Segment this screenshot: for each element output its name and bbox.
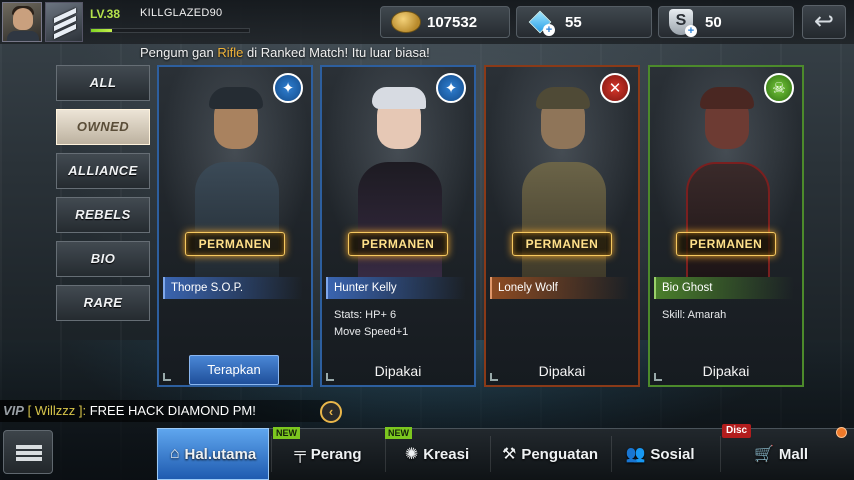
character-card-thorpe[interactable]: ✦ PERMANEN Thorpe S.O.P. Terapkan bbox=[157, 65, 313, 387]
sp-shield-icon: S + bbox=[669, 9, 697, 37]
player-level: LV.38 bbox=[90, 7, 121, 21]
character-name: Hunter Kelly bbox=[326, 277, 466, 299]
news-text-end: di Ranked Match! Itu luar biasa! bbox=[243, 45, 430, 60]
stat-line: Stats: HP+ 6 bbox=[334, 309, 397, 321]
tab-war-label: Perang bbox=[310, 445, 362, 463]
tab-social-label: Sosial bbox=[650, 445, 695, 463]
xp-bar bbox=[90, 28, 250, 33]
permanent-badge: PERMANEN bbox=[348, 232, 448, 256]
filter-alliance[interactable]: ALLIANCE bbox=[56, 153, 150, 189]
rebels-emblem-icon: ✕ bbox=[600, 73, 630, 103]
diamond-counter[interactable]: + 55 bbox=[516, 6, 652, 38]
permanent-badge: PERMANEN bbox=[185, 232, 285, 256]
permanent-badge: PERMANEN bbox=[676, 232, 776, 256]
tab-home[interactable]: ⌂ Hal.utama bbox=[157, 428, 269, 480]
gold-coin-icon bbox=[391, 11, 421, 33]
stat-line: Move Speed+1 bbox=[334, 326, 409, 338]
pistol-icon: ╤ bbox=[294, 445, 306, 462]
tab-upgrade[interactable]: ⚒ Penguatan bbox=[491, 428, 609, 480]
filter-rare[interactable]: RARE bbox=[56, 285, 150, 321]
equipped-status: Dipakai bbox=[538, 363, 586, 379]
tab-social[interactable]: 👥 Sosial bbox=[612, 428, 708, 480]
character-card-lonely-wolf[interactable]: ✕ PERMANEN Lonely Wolf Dipakai bbox=[484, 65, 640, 387]
stat-line: Skill: Amarah bbox=[662, 309, 727, 321]
gold-amount: 107532 bbox=[427, 13, 478, 31]
character-name: Lonely Wolf bbox=[490, 277, 630, 299]
news-text-start: Pengum gan bbox=[140, 45, 218, 60]
add-sp-icon[interactable]: + bbox=[685, 25, 697, 37]
player-name: KILLGLAZED90 bbox=[140, 7, 223, 19]
tab-create-label: Kreasi bbox=[423, 445, 470, 463]
equipped-status: Dipakai bbox=[702, 363, 750, 379]
chevron-left-icon: ‹ bbox=[328, 404, 334, 419]
world-chat-ticker[interactable]: VIP [ Willzzz ]: FREE HACK DIAMOND PM! bbox=[0, 400, 330, 422]
rank-insignia-icon bbox=[45, 2, 83, 42]
sp-amount: 50 bbox=[705, 13, 722, 31]
card-corner-icon bbox=[163, 373, 171, 381]
filter-owned[interactable]: OWNED bbox=[56, 109, 150, 145]
filter-rebels[interactable]: REBELS bbox=[56, 197, 150, 233]
filter-bio[interactable]: BIO bbox=[56, 241, 150, 277]
chat-message: FREE HACK DIAMOND PM! bbox=[89, 403, 256, 418]
vip-label: VIP bbox=[3, 403, 24, 418]
news-highlight: Rifle bbox=[217, 45, 244, 60]
card-corner-icon bbox=[326, 373, 334, 381]
main-menu-button[interactable] bbox=[3, 430, 53, 474]
character-stats: Skill: Amarah bbox=[662, 307, 726, 324]
new-badge: NEW bbox=[385, 427, 412, 439]
apply-button[interactable]: Terapkan bbox=[189, 355, 279, 385]
tab-upgrade-label: Penguatan bbox=[521, 445, 599, 463]
news-ticker: Pengum gan Rifle di Ranked Match! Itu lu… bbox=[140, 45, 430, 60]
tab-home-label: Hal.utama bbox=[184, 445, 257, 463]
new-badge: NEW bbox=[273, 427, 300, 439]
back-button[interactable]: ↩ bbox=[802, 5, 846, 39]
character-name: Bio Ghost bbox=[654, 277, 794, 299]
bio-skull-emblem-icon: ☠ bbox=[764, 73, 794, 103]
discount-badge: Disc bbox=[722, 424, 752, 438]
chat-username: [ Willzzz ]: bbox=[27, 403, 87, 418]
hammer-icon: ⚒ bbox=[501, 446, 517, 463]
add-diamond-icon[interactable]: + bbox=[543, 24, 555, 36]
diamond-icon: + bbox=[527, 10, 555, 36]
lightbulb-icon: ✺ bbox=[404, 446, 419, 463]
filter-all[interactable]: ALL bbox=[56, 65, 150, 101]
equipped-status: Dipakai bbox=[374, 363, 422, 379]
card-corner-icon bbox=[490, 373, 498, 381]
tab-mall-label: Mall bbox=[778, 445, 809, 463]
sp-counter[interactable]: S + 50 bbox=[658, 6, 794, 38]
notification-dot bbox=[836, 427, 847, 438]
character-card-bio-ghost[interactable]: ☠ PERMANEN Bio Ghost Skill: Amarah Dipak… bbox=[648, 65, 804, 387]
character-stats: Stats: HP+ 6 Move Speed+1 bbox=[334, 307, 408, 341]
cart-icon: 🛒 bbox=[753, 446, 774, 463]
card-corner-icon bbox=[654, 373, 662, 381]
player-avatar[interactable] bbox=[2, 2, 42, 42]
character-name: Thorpe S.O.P. bbox=[163, 277, 303, 299]
character-filter-list: ALL OWNED ALLIANCE REBELS BIO RARE bbox=[56, 65, 150, 329]
chat-expand-button[interactable]: ‹ bbox=[320, 401, 342, 423]
permanent-badge: PERMANEN bbox=[512, 232, 612, 256]
alliance-emblem-icon: ✦ bbox=[273, 73, 303, 103]
character-card-hunter-kelly[interactable]: ✦ PERMANEN Hunter Kelly Stats: HP+ 6 Mov… bbox=[320, 65, 476, 387]
xp-bar-fill bbox=[91, 29, 112, 32]
people-icon: 👥 bbox=[625, 446, 646, 463]
alliance-emblem-icon: ✦ bbox=[436, 73, 466, 103]
home-icon: ⌂ bbox=[169, 445, 180, 462]
diamond-amount: 55 bbox=[565, 13, 582, 31]
gold-counter[interactable]: 107532 bbox=[380, 6, 510, 38]
back-arrow-icon: ↩ bbox=[813, 8, 835, 35]
